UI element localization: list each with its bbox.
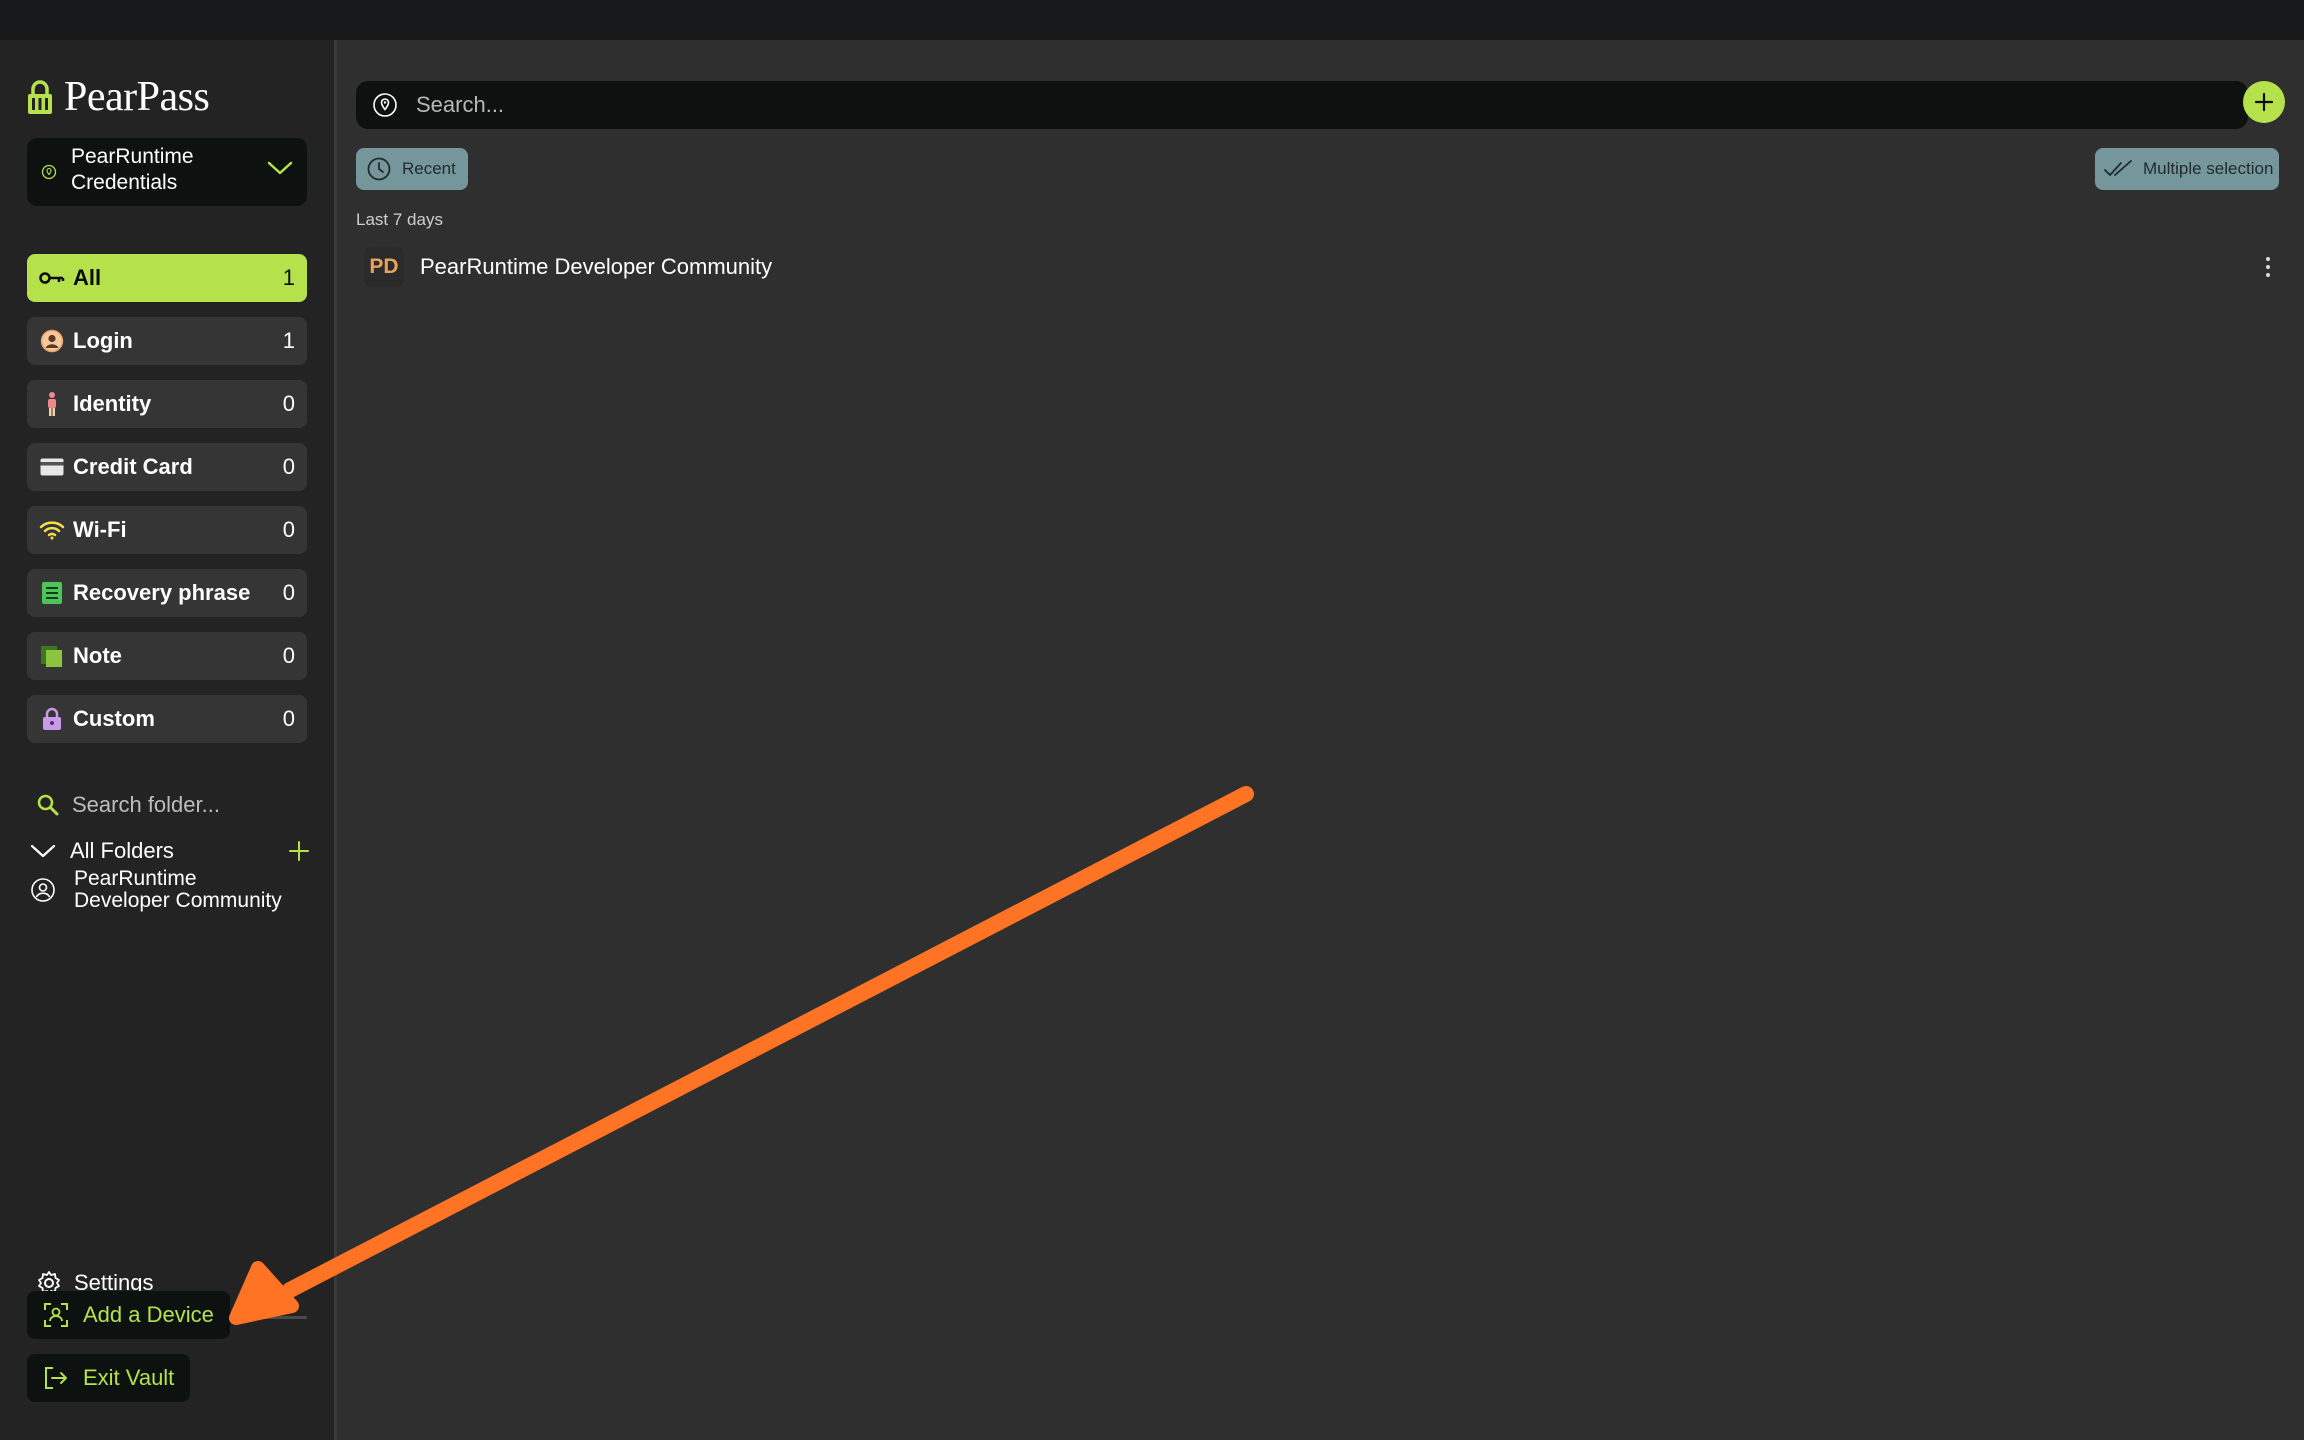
category-label: Login (73, 328, 133, 353)
person-icon (39, 391, 65, 417)
recent-filter-chip[interactable]: Recent (356, 148, 468, 190)
category-credit-card[interactable]: Credit Card 0 (27, 443, 307, 491)
clock-icon (367, 157, 391, 181)
note-icon (39, 643, 65, 669)
category-wifi[interactable]: Wi-Fi 0 (27, 506, 307, 554)
record-avatar: PD (364, 247, 404, 287)
multiple-selection-button[interactable]: Multiple selection (2095, 148, 2280, 190)
folder-search-input[interactable] (70, 791, 294, 819)
key-icon (39, 265, 65, 291)
all-folders-row[interactable]: All Folders (30, 836, 310, 866)
exit-vault-label: Exit Vault (83, 1365, 175, 1390)
category-custom[interactable]: Custom 0 (27, 695, 307, 743)
category-label: All (73, 265, 102, 290)
credit-card-icon (39, 454, 65, 480)
search-input[interactable] (414, 91, 2118, 119)
search-icon (37, 794, 59, 816)
chevron-down-icon[interactable] (267, 160, 293, 176)
add-folder-plus-icon[interactable] (288, 840, 310, 862)
record-row[interactable]: PD PearRuntime Developer Community (356, 242, 2286, 292)
section-header: Last 7 days (356, 210, 443, 229)
exit-icon (45, 1367, 67, 1389)
location-pin-icon (41, 164, 57, 180)
category-label: Note (73, 643, 122, 668)
document-list-icon (39, 580, 65, 606)
category-login[interactable]: Login 1 (27, 317, 307, 365)
search-bar[interactable] (356, 81, 2248, 129)
sidebar: PearPass PearRuntime Credentials All 1 L… (0, 40, 337, 1440)
category-count: 0 (282, 517, 295, 542)
add-item-button[interactable] (2243, 81, 2285, 123)
more-options-icon[interactable] (2258, 252, 2278, 282)
add-device-label: Add a Device (83, 1302, 214, 1327)
scan-user-icon (44, 1303, 68, 1327)
search-pin-icon (373, 93, 397, 117)
folder-search[interactable] (36, 788, 306, 822)
folder-label: PearRuntime Developer Community (74, 867, 282, 912)
folder-item[interactable]: PearRuntime Developer Community (30, 868, 310, 912)
category-label: Credit Card (73, 454, 193, 479)
app-logo: PearPass (26, 72, 210, 122)
category-count: 0 (282, 580, 295, 605)
wifi-icon (39, 517, 65, 543)
category-note[interactable]: Note 0 (27, 632, 307, 680)
multiple-selection-label: Multiple selection (2143, 159, 2274, 178)
category-count: 0 (282, 391, 295, 416)
main-panel: Recent Multiple selection Last 7 days PD… (337, 40, 2304, 1440)
chevron-down-icon[interactable] (30, 843, 56, 859)
exit-vault-button[interactable]: Exit Vault (27, 1354, 191, 1402)
category-label: Wi-Fi (73, 517, 127, 542)
category-label: Recovery phrase (73, 580, 251, 605)
category-label: Custom (73, 706, 155, 731)
double-check-icon (2104, 160, 2132, 176)
category-count: 0 (282, 706, 295, 731)
app-name: PearPass (64, 74, 210, 120)
record-title: PearRuntime Developer Community (420, 254, 773, 279)
category-count: 0 (282, 643, 295, 668)
window-top-bar (0, 0, 2304, 40)
user-circle-icon (39, 328, 65, 354)
lock-icon (39, 706, 65, 732)
category-all[interactable]: All 1 (27, 254, 307, 302)
category-count: 1 (282, 265, 295, 290)
vault-selector[interactable]: PearRuntime Credentials (27, 138, 307, 206)
category-identity[interactable]: Identity 0 (27, 380, 307, 428)
folder-user-icon (31, 878, 55, 902)
category-count: 0 (282, 454, 295, 479)
padlock-logo-icon (28, 80, 52, 114)
category-label: Identity (73, 391, 152, 416)
recent-label: Recent (402, 159, 456, 178)
category-recovery-phrase[interactable]: Recovery phrase 0 (27, 569, 307, 617)
all-folders-label: All Folders (70, 838, 174, 863)
add-device-button[interactable]: Add a Device (27, 1291, 230, 1339)
category-count: 1 (282, 328, 295, 353)
vault-name: PearRuntime Credentials (71, 145, 194, 194)
plus-icon (2254, 92, 2274, 112)
